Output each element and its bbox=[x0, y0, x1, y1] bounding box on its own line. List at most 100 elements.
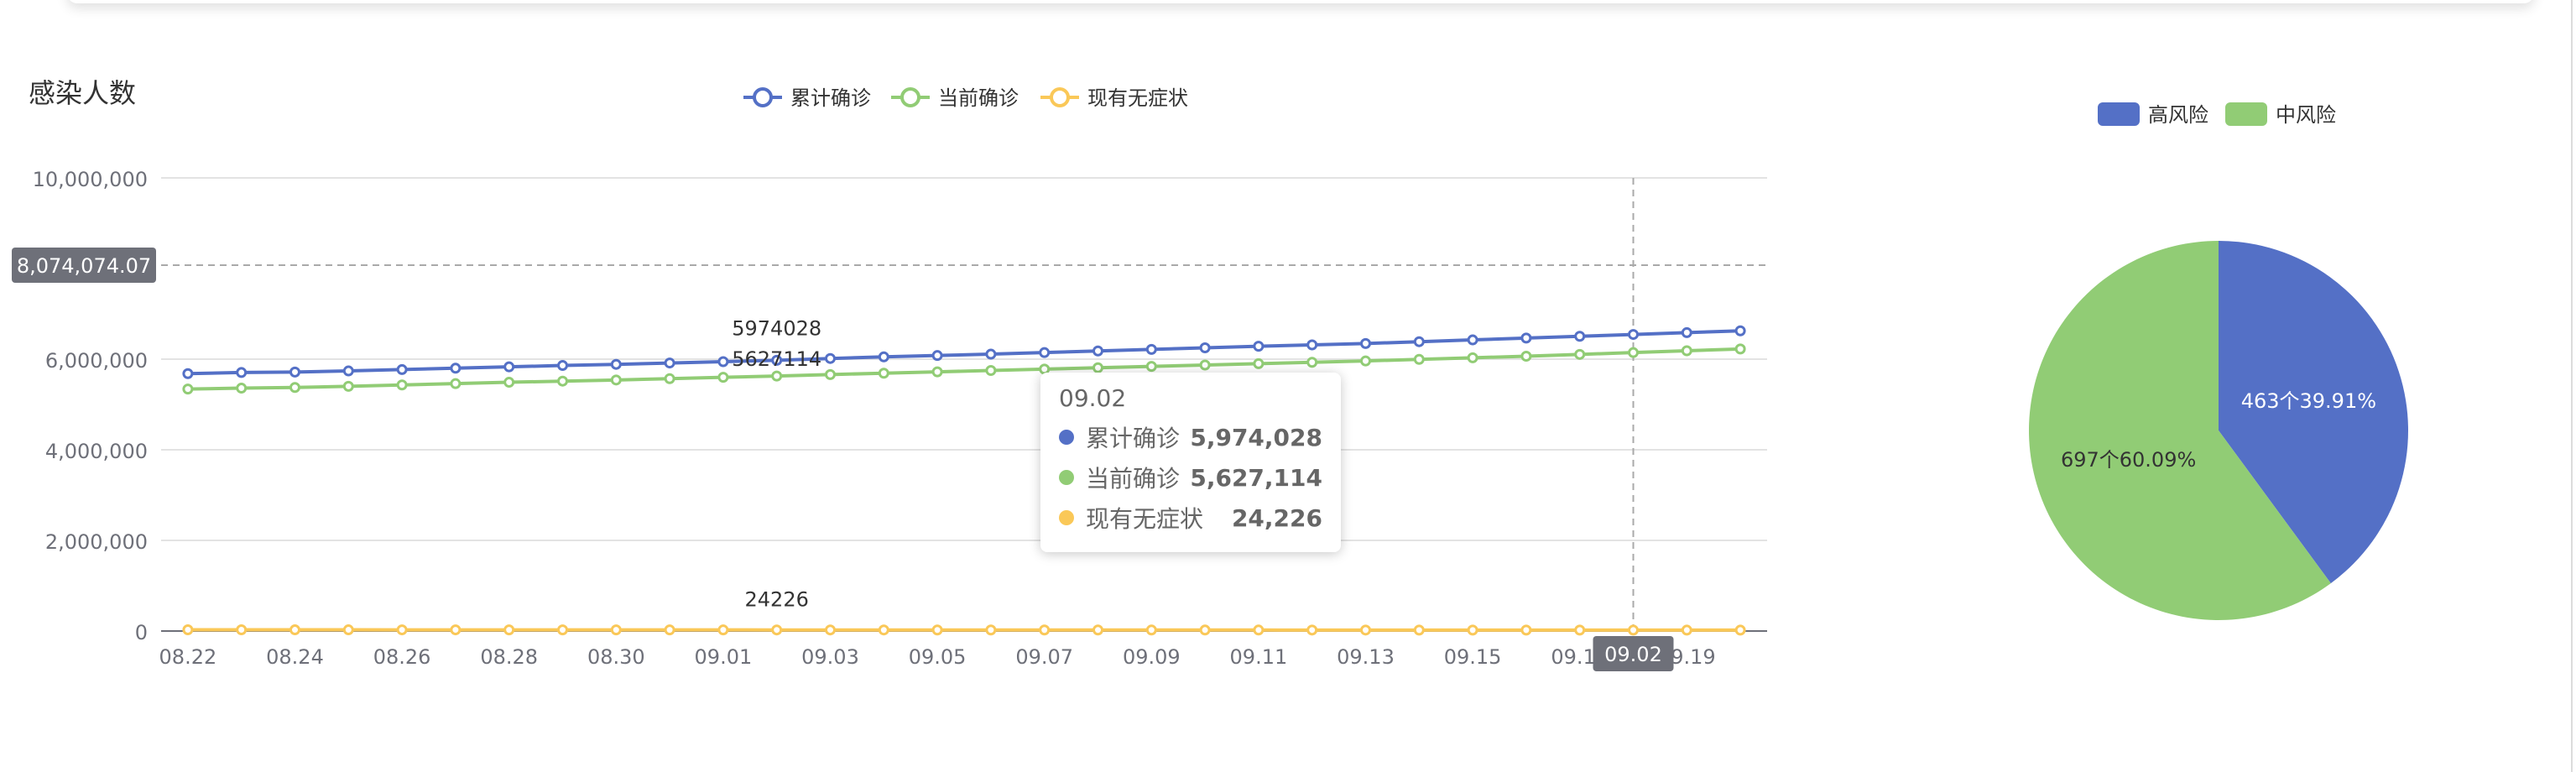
data-point bbox=[503, 361, 515, 373]
data-point bbox=[664, 373, 675, 384]
crosshair-x-label: 09.02 bbox=[1604, 643, 1662, 666]
data-point bbox=[450, 624, 461, 636]
x-tick-label: 09.07 bbox=[1015, 645, 1073, 669]
data-point bbox=[182, 383, 194, 395]
x-tick-label: 08.28 bbox=[480, 645, 538, 669]
data-point bbox=[878, 624, 889, 636]
tooltip-row: 当前确诊 5,627,114 bbox=[1059, 457, 1322, 498]
data-point bbox=[1199, 624, 1211, 636]
data-point bbox=[878, 368, 889, 379]
data-point bbox=[717, 356, 729, 368]
data-point bbox=[1199, 342, 1211, 353]
data-point bbox=[289, 366, 300, 378]
data-point bbox=[931, 624, 943, 636]
x-tick-label: 08.30 bbox=[587, 645, 645, 669]
data-point bbox=[771, 370, 783, 382]
data-point bbox=[985, 365, 997, 376]
data-point bbox=[557, 624, 568, 636]
data-point bbox=[825, 624, 836, 636]
legend-circle-icon bbox=[900, 87, 920, 107]
data-point bbox=[717, 624, 729, 636]
data-point bbox=[1092, 362, 1103, 373]
data-point bbox=[1628, 347, 1639, 358]
data-point bbox=[1628, 329, 1639, 341]
data-point bbox=[1734, 343, 1746, 355]
data-point bbox=[1520, 332, 1532, 344]
legend-circle-icon bbox=[1050, 87, 1070, 107]
y-tick-label: 2,000,000 bbox=[45, 530, 148, 554]
data-point bbox=[878, 351, 889, 363]
tooltip-row-value: 5,627,114 bbox=[1190, 463, 1322, 492]
data-point bbox=[1145, 624, 1157, 636]
series-line-0 bbox=[187, 329, 1741, 376]
tooltip-row-name: 现有无症状 bbox=[1086, 505, 1204, 533]
data-point bbox=[717, 372, 729, 383]
data-point bbox=[610, 624, 622, 636]
data-point bbox=[396, 379, 408, 391]
data-point bbox=[1574, 331, 1586, 342]
tooltip-dot-icon bbox=[1059, 510, 1074, 525]
pie-legend-swatch-icon bbox=[2225, 102, 2267, 126]
tooltip-row: 现有无症状 24,226 bbox=[1059, 498, 1322, 538]
y-tick-label: 0 bbox=[135, 621, 148, 644]
data-point bbox=[182, 623, 194, 635]
data-point bbox=[1253, 357, 1265, 369]
data-point bbox=[1413, 624, 1425, 636]
data-point bbox=[664, 357, 675, 369]
x-tick-label: 08.26 bbox=[373, 645, 431, 669]
x-tick-label: 08.22 bbox=[159, 645, 217, 669]
pie-slice-label: 697个60.09% bbox=[2061, 448, 2196, 472]
data-point bbox=[450, 363, 461, 374]
data-point bbox=[1039, 347, 1051, 358]
data-point bbox=[236, 624, 248, 636]
data-point bbox=[289, 624, 300, 636]
pie-legend-label: 高风险 bbox=[2148, 103, 2208, 127]
data-point bbox=[1681, 624, 1692, 636]
tooltip-dot-icon bbox=[1059, 470, 1074, 485]
data-point bbox=[1360, 624, 1371, 636]
data-point bbox=[1306, 339, 1318, 351]
tooltip-dot-icon bbox=[1059, 430, 1074, 445]
data-point bbox=[1734, 624, 1746, 636]
data-point bbox=[1413, 336, 1425, 347]
tooltip-row: 累计确诊 5,974,028 bbox=[1059, 417, 1322, 457]
data-point bbox=[557, 375, 568, 387]
data-point bbox=[1467, 624, 1478, 636]
data-point bbox=[610, 358, 622, 370]
data-point bbox=[503, 377, 515, 389]
x-tick-label: 09.13 bbox=[1337, 645, 1395, 669]
data-point bbox=[450, 378, 461, 389]
legend-circle-icon bbox=[753, 87, 773, 107]
data-point bbox=[342, 624, 354, 636]
data-point bbox=[664, 624, 675, 636]
x-tick-label: 09.05 bbox=[909, 645, 967, 669]
data-point bbox=[985, 348, 997, 360]
pie-legend-label: 中风险 bbox=[2276, 103, 2336, 127]
data-point bbox=[557, 360, 568, 372]
data-point bbox=[610, 374, 622, 386]
data-point bbox=[1145, 361, 1157, 373]
data-point bbox=[825, 368, 836, 380]
tooltip-row-value: 24,226 bbox=[1231, 503, 1322, 532]
data-point bbox=[1360, 337, 1371, 349]
data-point bbox=[1574, 624, 1586, 636]
x-tick-label: 09.15 bbox=[1444, 645, 1502, 669]
point-label: 5974028 bbox=[732, 316, 821, 340]
data-point bbox=[396, 363, 408, 375]
data-point bbox=[396, 624, 408, 636]
data-point bbox=[1253, 341, 1265, 352]
data-point bbox=[1253, 624, 1265, 636]
legend-label: 当前确诊 bbox=[938, 86, 1019, 110]
data-point bbox=[931, 366, 943, 378]
data-point bbox=[1681, 326, 1692, 338]
tooltip-row-name: 当前确诊 bbox=[1086, 465, 1181, 493]
x-tick-label: 09.09 bbox=[1123, 645, 1181, 669]
data-point bbox=[342, 365, 354, 377]
data-point bbox=[1092, 345, 1103, 357]
legend-label: 现有无症状 bbox=[1087, 86, 1188, 110]
data-point bbox=[1734, 325, 1746, 336]
data-point bbox=[985, 624, 997, 636]
x-tick-label: 09.11 bbox=[1230, 645, 1288, 669]
data-point bbox=[1145, 343, 1157, 355]
pie-legend-swatch-icon bbox=[2098, 102, 2140, 126]
